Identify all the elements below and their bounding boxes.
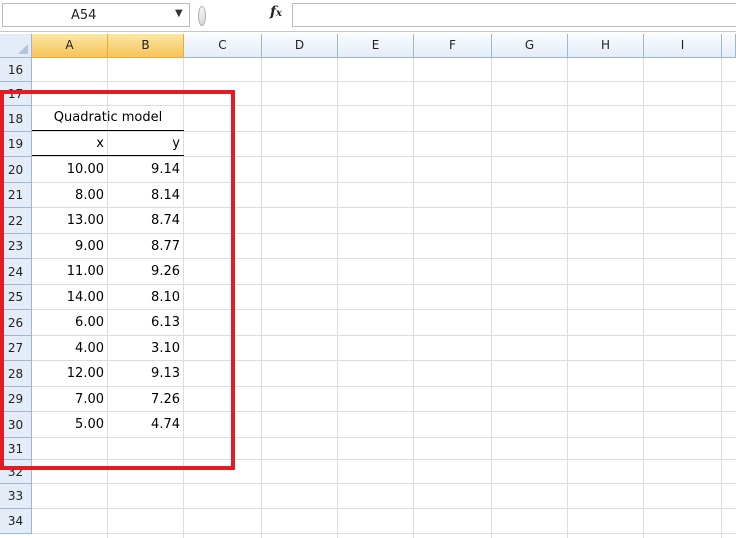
name-box[interactable]: A54 ▼ — [2, 3, 190, 27]
formula-input[interactable] — [292, 3, 736, 27]
column-header-b[interactable]: B — [108, 34, 184, 58]
resize-handle[interactable] — [194, 4, 208, 26]
column-gridline — [721, 58, 722, 538]
column-header-h[interactable]: H — [568, 34, 644, 58]
row-gridline — [32, 508, 736, 509]
column-header-i[interactable]: I — [644, 34, 722, 58]
column-gridline — [337, 58, 338, 538]
column-header-g[interactable]: G — [492, 34, 568, 58]
chevron-down-icon[interactable]: ▼ — [175, 8, 183, 19]
function-icon[interactable]: fx — [270, 4, 282, 20]
row-header-34[interactable]: 34 — [0, 509, 32, 534]
column-gridline — [567, 58, 568, 538]
column-header-a[interactable]: A — [32, 34, 108, 58]
row-gridline — [32, 81, 736, 82]
column-header-partial[interactable] — [722, 34, 736, 58]
row-gridline — [32, 533, 736, 534]
cell-reference: A54 — [71, 8, 97, 23]
row-header-16[interactable]: 16 — [0, 58, 32, 82]
column-header-d[interactable]: D — [262, 34, 338, 58]
column-gridline — [643, 58, 644, 538]
column-header-f[interactable]: F — [414, 34, 492, 58]
column-header-e[interactable]: E — [338, 34, 414, 58]
column-gridline — [261, 58, 262, 538]
formula-bar: A54 ▼ fx — [0, 0, 736, 32]
select-all-button[interactable] — [0, 34, 32, 58]
row-header-33[interactable]: 33 — [0, 484, 32, 509]
column-header-c[interactable]: C — [184, 34, 262, 58]
highlight-box — [0, 90, 235, 470]
column-gridline — [491, 58, 492, 538]
row-gridline — [32, 483, 736, 484]
column-gridline — [413, 58, 414, 538]
